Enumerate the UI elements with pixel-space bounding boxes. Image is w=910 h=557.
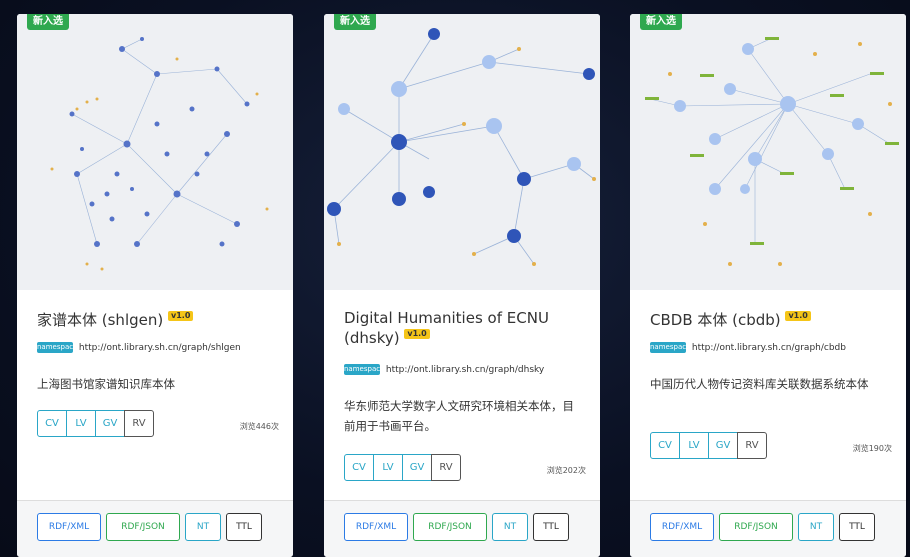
download-ttl-button[interactable]: TTL bbox=[533, 513, 569, 541]
version-badge: v1.0 bbox=[168, 311, 194, 321]
rv-button[interactable]: RV bbox=[431, 454, 461, 481]
download-rdf-json-button[interactable]: RDF/JSON bbox=[719, 513, 793, 541]
namespace-url[interactable]: http://ont.library.sh.cn/graph/shlgen bbox=[79, 343, 241, 353]
ontology-description: 中国历代人物传记资料库关联数据系统本体 bbox=[650, 377, 869, 391]
view-count: 浏览446次 bbox=[239, 422, 279, 431]
download-bar: RDF/XML RDF/JSON NT TTL bbox=[324, 500, 600, 557]
download-rdf-xml-button[interactable]: RDF/XML bbox=[37, 513, 101, 541]
ontology-title-text: 家谱本体 (shlgen) bbox=[37, 311, 164, 329]
view-button-group: CV LV GV RV bbox=[650, 432, 767, 459]
view-count: 浏览202次 bbox=[546, 466, 586, 475]
namespace-row: namespace http://ont.library.sh.cn/graph… bbox=[37, 342, 241, 353]
download-rdf-xml-button[interactable]: RDF/XML bbox=[344, 513, 408, 541]
download-nt-button[interactable]: NT bbox=[185, 513, 221, 541]
version-badge: v1.0 bbox=[785, 311, 811, 321]
download-rdf-json-button[interactable]: RDF/JSON bbox=[413, 513, 487, 541]
rv-button[interactable]: RV bbox=[737, 432, 767, 459]
ontology-card-shlgen: 新入选 家谱本体 (shlgen) v1.0 namespace http://… bbox=[17, 14, 293, 557]
ontology-description: 华东师范大学数字人文研究环境相关本体，目前用于书画平台。 bbox=[344, 399, 574, 433]
graph-thumbnail-2 bbox=[327, 28, 596, 266]
namespace-row: namespace http://ont.library.sh.cn/graph… bbox=[650, 342, 846, 353]
view-button-group: CV LV GV RV bbox=[344, 454, 461, 481]
rv-button[interactable]: RV bbox=[124, 410, 154, 437]
ontology-title[interactable]: CBDB 本体 (cbdb) v1.0 bbox=[650, 310, 896, 330]
lv-button[interactable]: LV bbox=[66, 410, 96, 437]
graph-thumbnail-1 bbox=[50, 37, 269, 271]
ontology-title-text: Digital Humanities of ECNU (dhsky) bbox=[344, 309, 549, 347]
cv-button[interactable]: CV bbox=[344, 454, 374, 481]
graph-preview[interactable]: 新入选 bbox=[630, 14, 906, 290]
lv-button[interactable]: LV bbox=[373, 454, 403, 481]
namespace-badge: namespace bbox=[37, 342, 78, 353]
namespace-badge: namespace bbox=[650, 342, 691, 353]
ontology-title[interactable]: 家谱本体 (shlgen) v1.0 bbox=[37, 310, 283, 330]
namespace-url[interactable]: http://ont.library.sh.cn/graph/dhsky bbox=[386, 365, 544, 375]
cv-button[interactable]: CV bbox=[37, 410, 67, 437]
download-bar: RDF/XML RDF/JSON NT TTL bbox=[17, 500, 293, 557]
lv-button[interactable]: LV bbox=[679, 432, 709, 459]
download-rdf-xml-button[interactable]: RDF/XML bbox=[650, 513, 714, 541]
namespace-row: namespace http://ont.library.sh.cn/graph… bbox=[344, 364, 544, 375]
view-button-group: CV LV GV RV bbox=[37, 410, 154, 437]
version-badge: v1.0 bbox=[404, 329, 430, 339]
cv-button[interactable]: CV bbox=[650, 432, 680, 459]
namespace-url[interactable]: http://ont.library.sh.cn/graph/cbdb bbox=[692, 343, 846, 353]
graph-preview[interactable]: 新入选 bbox=[324, 14, 600, 290]
ontology-card-dhsky: 新入选 Digital Humanities of ECNU (dhsky) v… bbox=[324, 14, 600, 557]
download-nt-button[interactable]: NT bbox=[492, 513, 528, 541]
new-badge: 新入选 bbox=[27, 14, 69, 30]
download-bar: RDF/XML RDF/JSON NT TTL bbox=[630, 500, 906, 557]
ontology-description: 上海图书馆家谱知识库本体 bbox=[37, 377, 175, 391]
gv-button[interactable]: GV bbox=[95, 410, 125, 437]
graph-preview[interactable]: 新入选 bbox=[17, 14, 293, 290]
ontology-card-cbdb: 新入选 CBDB 本体 (cbdb) v1.0 namespace http:/… bbox=[630, 14, 906, 557]
new-badge: 新入选 bbox=[334, 14, 376, 30]
graph-thumbnail-3 bbox=[645, 37, 899, 266]
download-ttl-button[interactable]: TTL bbox=[839, 513, 875, 541]
new-badge: 新入选 bbox=[640, 14, 682, 30]
download-ttl-button[interactable]: TTL bbox=[226, 513, 262, 541]
ontology-title[interactable]: Digital Humanities of ECNU (dhsky) v1.0 bbox=[344, 308, 590, 348]
ontology-title-text: CBDB 本体 (cbdb) bbox=[650, 311, 781, 329]
namespace-badge: namespace bbox=[344, 364, 385, 375]
download-rdf-json-button[interactable]: RDF/JSON bbox=[106, 513, 180, 541]
download-nt-button[interactable]: NT bbox=[798, 513, 834, 541]
gv-button[interactable]: GV bbox=[708, 432, 738, 459]
view-count: 浏览190次 bbox=[852, 444, 892, 453]
gv-button[interactable]: GV bbox=[402, 454, 432, 481]
